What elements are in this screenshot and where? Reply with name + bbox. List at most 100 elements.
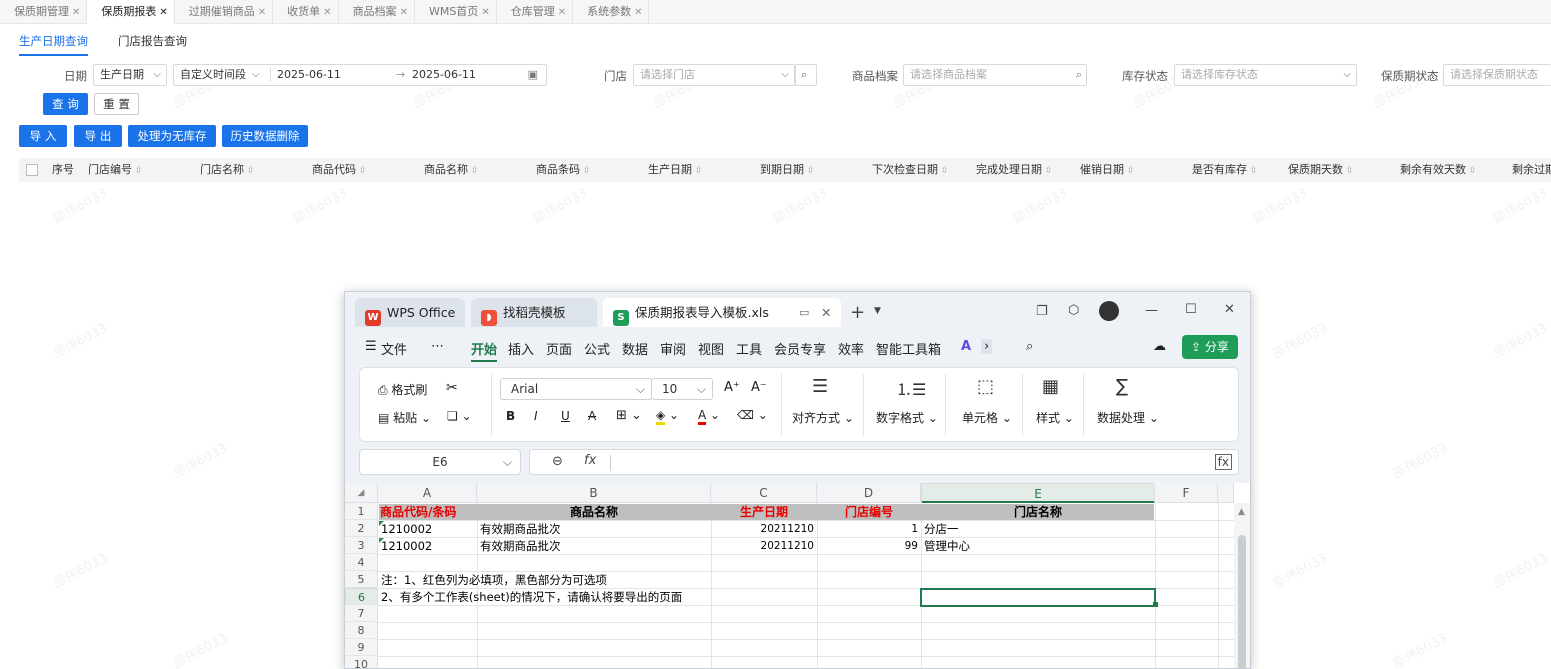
close-icon[interactable]: ✕ bbox=[821, 298, 831, 327]
import-button[interactable]: 导 入 bbox=[19, 125, 67, 147]
minimize-icon[interactable]: — bbox=[1145, 303, 1158, 318]
column-header[interactable]: 生产日期 ⇳ bbox=[648, 158, 702, 182]
borders-icon[interactable]: ⊞ ⌄ bbox=[616, 408, 642, 423]
menu-data[interactable]: 数据 bbox=[622, 339, 648, 358]
eraser-icon[interactable]: ⌫ ⌄ bbox=[737, 408, 768, 422]
cube-icon[interactable]: ⬡ bbox=[1068, 303, 1079, 318]
sheet-header-cell[interactable]: 门店编号 bbox=[819, 504, 919, 521]
sheet-cell[interactable]: 20211210 bbox=[714, 521, 814, 538]
align-button[interactable]: 对齐方式 ⌄ bbox=[792, 409, 854, 426]
select-all-corner[interactable]: ◢ bbox=[345, 483, 378, 503]
chevron-right-icon[interactable]: › bbox=[981, 339, 993, 354]
cloud-upload-icon[interactable]: ☁ bbox=[1153, 339, 1166, 354]
app-tab[interactable]: 商品档案 ✕ bbox=[339, 0, 415, 24]
menu-view[interactable]: 视图 bbox=[698, 339, 724, 358]
sheet-cell[interactable]: 1210002 bbox=[381, 538, 474, 555]
increase-font-icon[interactable]: A⁺ bbox=[724, 380, 740, 395]
tab-store-report-query[interactable]: 门店报告查询 bbox=[118, 33, 187, 56]
formula-input[interactable]: ⊖ fx fx bbox=[529, 449, 1239, 475]
italic-icon[interactable]: I bbox=[534, 409, 538, 423]
sheet-cell[interactable]: 99 bbox=[820, 538, 918, 555]
column-header-C[interactable]: C bbox=[711, 483, 817, 503]
menu-page[interactable]: 页面 bbox=[546, 339, 572, 358]
close-window-icon[interactable]: ✕ bbox=[1224, 302, 1235, 317]
row-header-7[interactable]: 7 bbox=[345, 605, 378, 622]
sheet-header-cell[interactable]: 生产日期 bbox=[713, 504, 815, 521]
mark-no-stock-button[interactable]: 处理为无库存 bbox=[128, 125, 216, 147]
close-icon[interactable]: ✕ bbox=[323, 7, 331, 18]
column-header[interactable]: 催销日期 ⇳ bbox=[1080, 158, 1134, 182]
tab-production-date-query[interactable]: 生产日期查询 bbox=[19, 33, 88, 56]
date-range-picker[interactable]: 自定义时间段 ⌵ 2025-06-11 → 2025-06-11 ▣ bbox=[173, 64, 547, 86]
row-header-9[interactable]: 9 bbox=[345, 639, 378, 656]
sheet-cell[interactable]: 有效期商品批次 bbox=[480, 521, 708, 538]
date-type-select[interactable]: 生产日期 ⌵ bbox=[93, 64, 167, 86]
sort-icon[interactable]: ⇳ bbox=[132, 166, 143, 176]
sheet-cell[interactable]: 1210002 bbox=[381, 521, 474, 538]
maximize-icon[interactable]: ☐ bbox=[1185, 302, 1197, 317]
start-date[interactable]: 2025-06-11 bbox=[277, 65, 341, 85]
app-tab[interactable]: 系统参数 ✕ bbox=[573, 0, 650, 24]
more-icon[interactable]: ⋯ bbox=[431, 339, 444, 354]
column-header[interactable]: 到期日期 ⇳ bbox=[760, 158, 814, 182]
app-tab[interactable]: 保质期报表 ✕ bbox=[87, 0, 175, 24]
sheet-header-cell[interactable]: 商品代码/条码 bbox=[380, 504, 475, 521]
shelf-status-select[interactable]: 请选择保质期状态 bbox=[1443, 64, 1551, 86]
row-header-4[interactable]: 4 bbox=[345, 554, 378, 571]
sort-icon[interactable]: ⇳ bbox=[1124, 166, 1135, 176]
menu-review[interactable]: 审阅 bbox=[660, 339, 686, 358]
name-box[interactable]: E6 ⌵ bbox=[359, 449, 521, 475]
select-all-checkbox[interactable] bbox=[26, 164, 38, 176]
menu-home[interactable]: 开始 bbox=[471, 339, 498, 362]
column-header[interactable]: 保质期天数 ⇳ bbox=[1288, 158, 1353, 182]
sheet-header-cell[interactable]: 商品名称 bbox=[479, 504, 709, 521]
product-input[interactable]: 请选择商品档案 ⌕ bbox=[903, 64, 1087, 86]
query-button[interactable]: 查 询 bbox=[43, 93, 88, 115]
store-search-button[interactable]: ⌕ bbox=[795, 64, 817, 86]
row-header-2[interactable]: 2 bbox=[345, 520, 378, 537]
column-header[interactable]: 下次检查日期 ⇳ bbox=[872, 158, 948, 182]
strikethrough-icon[interactable]: A bbox=[588, 409, 596, 423]
chevron-down-icon[interactable]: ▼ bbox=[874, 306, 881, 316]
row-header-5[interactable]: 5 bbox=[345, 571, 378, 588]
close-icon[interactable]: ✕ bbox=[258, 7, 266, 18]
wps-tab-office[interactable]: W WPS Office bbox=[355, 298, 465, 327]
column-header-E[interactable]: E bbox=[921, 483, 1155, 503]
scroll-up-icon[interactable]: ▲ bbox=[1238, 507, 1245, 517]
delete-history-button[interactable]: 历史数据删除 bbox=[222, 125, 308, 147]
column-header[interactable]: 剩余过期 ⇳ bbox=[1512, 158, 1551, 182]
menu-hamburger-icon[interactable]: ☰ bbox=[365, 339, 377, 354]
row-header-3[interactable]: 3 bbox=[345, 537, 378, 554]
sheet-cell[interactable]: 分店一 bbox=[924, 521, 1152, 538]
format-painter-button[interactable]: ⎙ 格式刷 bbox=[378, 381, 427, 398]
column-header[interactable]: 是否有库存 ⇳ bbox=[1192, 158, 1257, 182]
menu-insert[interactable]: 插入 bbox=[508, 339, 534, 358]
menu-formula[interactable]: 公式 bbox=[584, 339, 610, 358]
sort-icon[interactable]: ⇳ bbox=[1247, 166, 1258, 176]
app-tab[interactable]: 仓库管理 ✕ bbox=[497, 0, 574, 24]
cell-button[interactable]: 单元格 ⌄ bbox=[962, 409, 1012, 426]
font-color-icon[interactable]: A ⌄ bbox=[698, 408, 720, 425]
export-button[interactable]: 导 出 bbox=[74, 125, 122, 147]
column-header-A[interactable]: A bbox=[378, 483, 477, 503]
font-family-select[interactable]: Arial ⌵ bbox=[500, 378, 652, 400]
ai-icon[interactable]: A bbox=[961, 339, 971, 354]
copy-icon[interactable]: ❏ ⌄ bbox=[447, 409, 472, 423]
column-header[interactable]: 商品条码 ⇳ bbox=[536, 158, 590, 182]
sheet-cell[interactable]: 有效期商品批次 bbox=[480, 538, 708, 555]
paste-button[interactable]: ▤ 粘贴 ⌄ bbox=[378, 409, 431, 426]
close-icon[interactable]: ✕ bbox=[72, 7, 80, 18]
column-header[interactable]: 商品代码 ⇳ bbox=[312, 158, 366, 182]
column-header-D[interactable]: D bbox=[817, 483, 921, 503]
column-header[interactable]: 门店编号 ⇳ bbox=[88, 158, 142, 182]
function-wizard-icon[interactable]: fx bbox=[1214, 454, 1232, 470]
row-header-6[interactable]: 6 bbox=[345, 588, 378, 605]
wps-tab-spreadsheet[interactable]: S 保质期报表导入模板.xls ▭ ✕ bbox=[603, 298, 841, 327]
reset-button[interactable]: 重 置 bbox=[94, 93, 139, 115]
sheet-note-cell[interactable]: 注：1、红色列为必填项，黑色部分为可选项 bbox=[381, 572, 607, 589]
stock-status-select[interactable]: 请选择库存状态 ⌵ bbox=[1174, 64, 1357, 86]
sheet-note-cell[interactable]: 2、有多个工作表(sheet)的情况下，请确认将要导出的页面 bbox=[381, 589, 682, 606]
search-icon[interactable]: ⌕ bbox=[1026, 339, 1033, 354]
bold-icon[interactable]: B bbox=[506, 409, 515, 423]
end-date[interactable]: 2025-06-11 bbox=[412, 65, 476, 85]
